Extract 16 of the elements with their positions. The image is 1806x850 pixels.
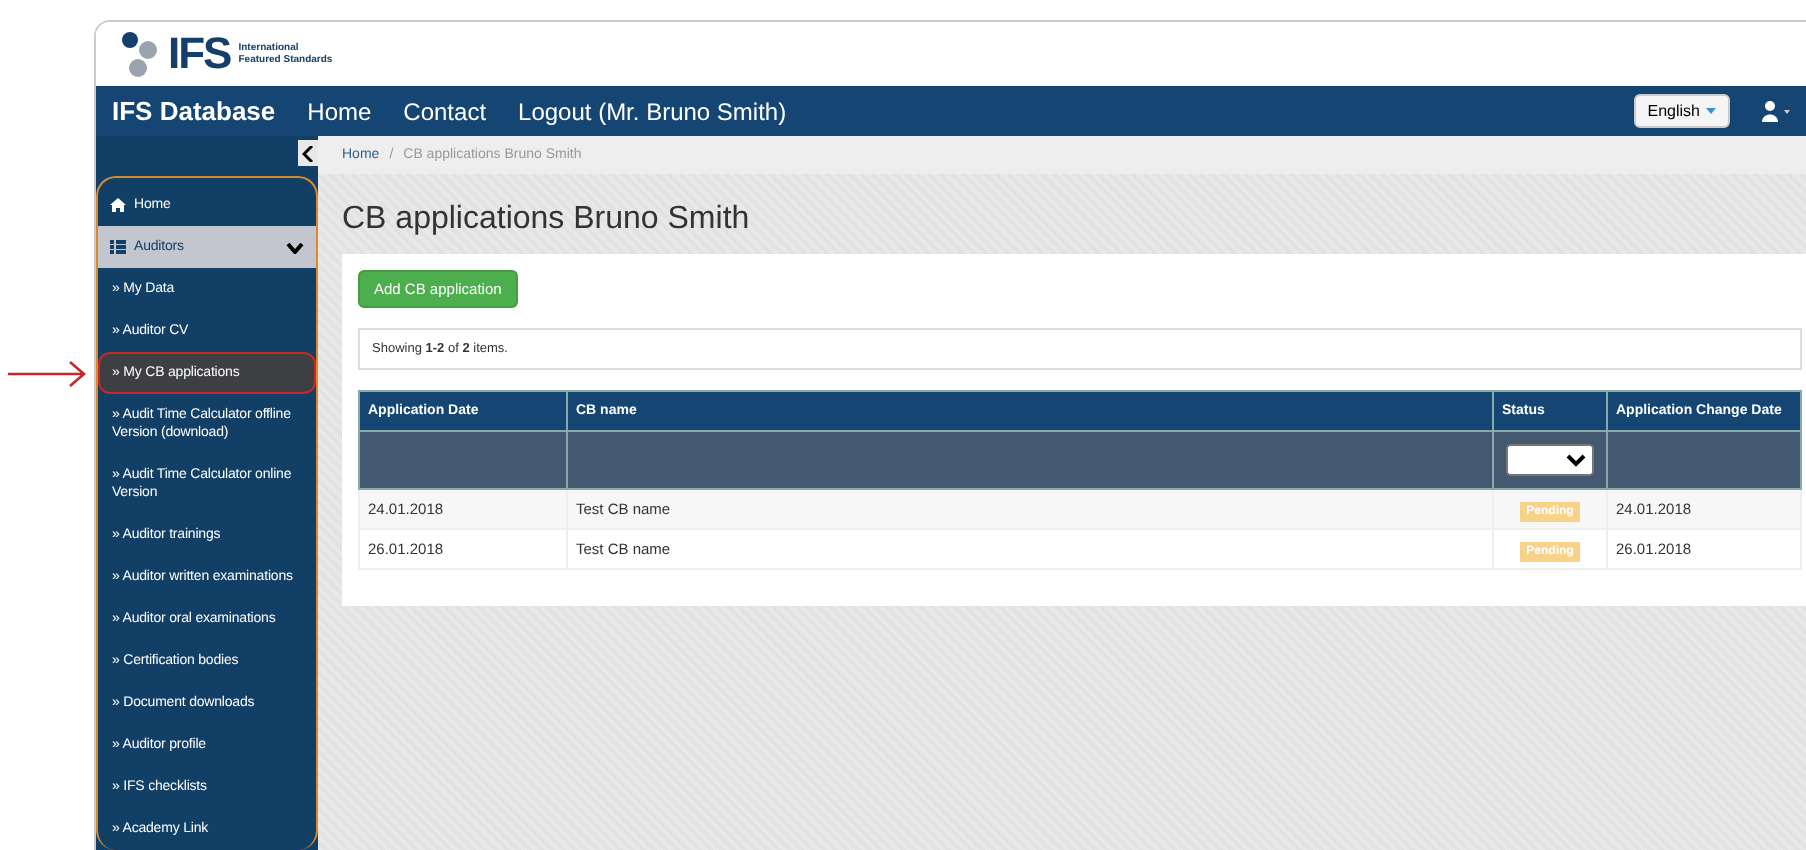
arrow-icon xyxy=(8,360,88,388)
logo-text: IFS xyxy=(168,28,231,80)
logo-dots-icon xyxy=(120,30,160,78)
nav-link[interactable]: Home xyxy=(307,97,372,125)
nav-link[interactable]: Logout (Mr. Bruno Smith) xyxy=(518,97,787,125)
caret-icon xyxy=(1706,108,1716,114)
user-icon[interactable] xyxy=(1762,100,1790,122)
collapse-button[interactable] xyxy=(298,140,318,166)
list-icon xyxy=(110,240,126,254)
home-icon xyxy=(110,198,126,212)
nav-link[interactable]: Contact xyxy=(403,97,487,125)
language-dropdown[interactable]: English xyxy=(1633,94,1730,128)
chevron-icon xyxy=(286,241,304,253)
status-filter-select[interactable] xyxy=(1506,444,1594,476)
brand-title: IFS Database xyxy=(112,96,276,126)
page-title: CB applications Bruno Smith xyxy=(342,202,752,238)
